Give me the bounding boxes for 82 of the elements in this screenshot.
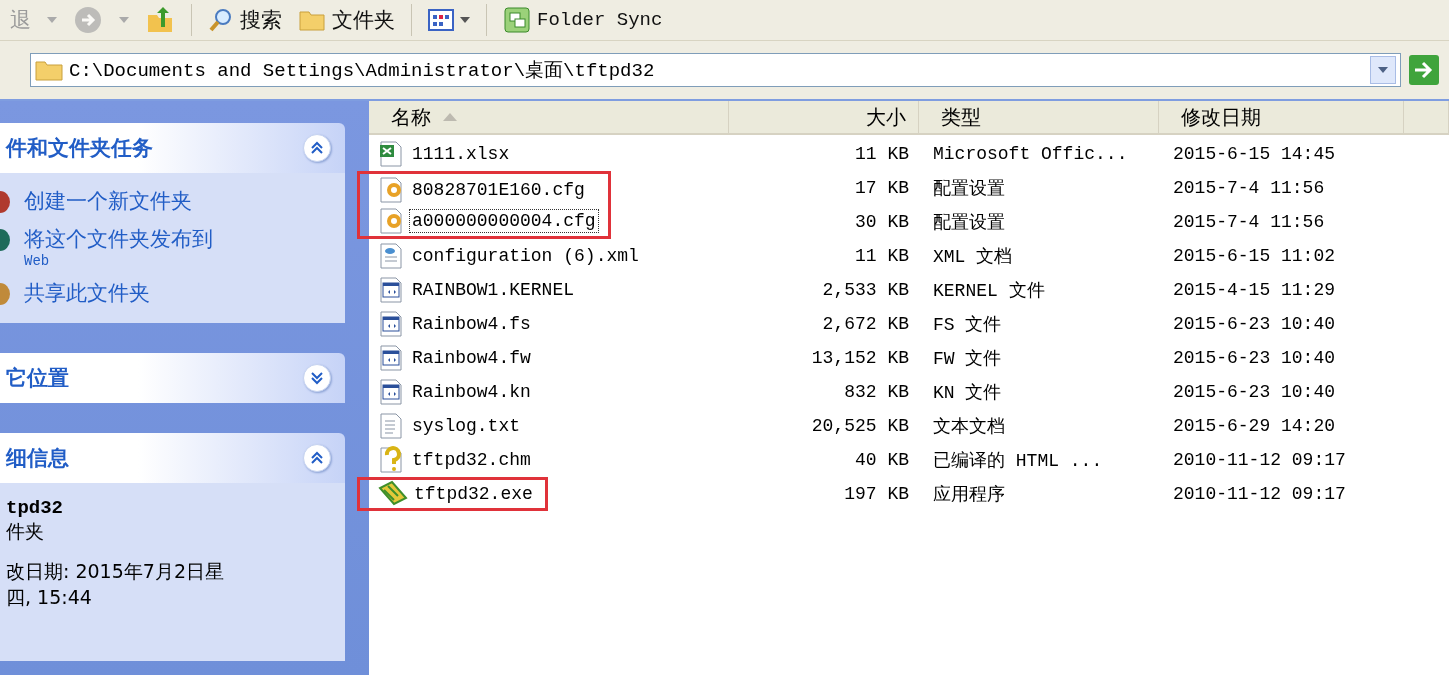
type-cell-text: 配置设置 (932, 178, 1006, 201)
double-chevron-up-icon (310, 451, 324, 465)
date-cell-text: 2015-7-4 11:56 (1172, 211, 1326, 234)
size-cell-text: 11 KB (854, 245, 910, 268)
type-cell-text: XML 文档 (932, 246, 1014, 269)
go-button[interactable] (1409, 55, 1439, 85)
type-cell-text: Microsoft Offic... (932, 143, 1129, 166)
application-icon (378, 480, 408, 508)
date-cell-text: 2015-4-15 11:29 (1172, 279, 1337, 302)
panel-title: 它位置 (6, 365, 69, 392)
size-cell-text: 17 KB (854, 177, 910, 200)
collapse-button[interactable] (303, 134, 331, 162)
date-cell-text: 2015-7-4 11:56 (1172, 177, 1326, 200)
caret-icon (47, 17, 57, 23)
search-button[interactable]: 搜索 (204, 4, 286, 36)
file-name[interactable]: 80828701E160.cfg (410, 178, 587, 201)
column-header[interactable]: 大小 (729, 101, 919, 133)
column-header[interactable]: 类型 (919, 101, 1159, 133)
up-folder-icon (145, 5, 175, 35)
type-cell-text: FS 文件 (932, 314, 1003, 337)
date-cell-text: 2015-6-15 14:45 (1172, 143, 1337, 166)
column-header[interactable]: 修改日期 (1159, 101, 1404, 133)
file-name[interactable]: RAINBOW1.KERNEL (410, 279, 577, 301)
type-cell-text: FW 文件 (932, 348, 1003, 371)
date-cell-text: 2015-6-23 10:40 (1172, 381, 1337, 404)
date-cell-text: 2010-11-12 09:17 (1172, 483, 1347, 506)
folder-name: tpd32 (5, 497, 64, 519)
size-cell-text: 13,152 KB (810, 347, 910, 370)
caret-icon (460, 17, 470, 23)
type-cell-text: 已编译的 HTML ... (932, 450, 1104, 473)
folder-type: 件夹 (5, 519, 45, 544)
collapse-button[interactable] (303, 444, 331, 472)
type-cell-text: KN 文件 (932, 382, 1003, 405)
file-name[interactable]: a000000000004.cfg (410, 209, 598, 232)
search-icon (208, 7, 234, 33)
caret-icon (1378, 67, 1388, 73)
task-link[interactable]: 共享此文件夹 (0, 279, 335, 307)
file-name[interactable]: configuration (6).xml (410, 245, 641, 267)
folder-icon (35, 59, 63, 81)
size-cell-text: 2,533 KB (821, 279, 910, 302)
file-name[interactable]: Rainbow4.fw (410, 347, 533, 369)
file-name[interactable]: Rainbow4.fs (410, 313, 533, 335)
expand-button[interactable] (303, 364, 331, 392)
size-cell-text: 30 KB (854, 211, 910, 234)
task-link[interactable]: 创建一个新文件夹 (0, 187, 335, 215)
modified-date: 四, 15:44 (5, 585, 93, 610)
folder-icon (298, 8, 326, 32)
date-cell-text: 2015-6-29 14:20 (1172, 415, 1337, 438)
folder-sync-button[interactable]: Folder Sync (499, 4, 667, 36)
panel-title: 件和文件夹任务 (6, 135, 153, 162)
folders-button[interactable]: 文件夹 (294, 4, 399, 36)
size-cell-text: 197 KB (843, 483, 910, 506)
double-chevron-up-icon (310, 141, 324, 155)
address-field[interactable]: C:\Documents and Settings\Administrator\桌面\tftpd32 (30, 53, 1401, 87)
size-cell-text: 11 KB (854, 143, 910, 166)
size-cell-text: 40 KB (854, 449, 910, 472)
caret-icon (119, 17, 129, 23)
size-cell-text: 832 KB (843, 381, 910, 404)
file-name[interactable]: 1111.xlsx (410, 143, 512, 165)
size-cell-text: 2,672 KB (821, 313, 910, 336)
date-cell-text: 2015-6-23 10:40 (1172, 313, 1337, 336)
modified-date: 改日期: 2015年7月2日星 (5, 559, 225, 584)
dropdown-button[interactable] (1370, 56, 1396, 84)
date-cell-text: 2010-11-12 09:17 (1172, 449, 1347, 472)
task-link[interactable]: 将这个文件夹发布到 Web (0, 225, 335, 269)
file-name[interactable]: tftpd32.chm (410, 449, 533, 471)
file-name[interactable]: syslog.txt (410, 415, 523, 437)
double-chevron-down-icon (310, 371, 324, 385)
file-name[interactable]: tftpd32.exe (412, 483, 535, 505)
views-icon (428, 8, 454, 32)
file-name[interactable]: Rainbow4.kn (410, 381, 533, 403)
date-cell-text: 2015-6-15 11:02 (1172, 245, 1337, 268)
sync-icon (503, 6, 531, 34)
type-cell-text: 配置设置 (932, 212, 1006, 235)
type-cell-text: KERNEL 文件 (932, 280, 1046, 303)
size-cell-text: 20,525 KB (810, 415, 910, 438)
panel-title: 细信息 (6, 445, 69, 472)
arrow-icon (1414, 61, 1434, 79)
type-cell-text: 文本文档 (932, 416, 1006, 439)
type-cell-text: 应用程序 (932, 484, 1006, 507)
date-cell-text: 2015-6-23 10:40 (1172, 347, 1337, 370)
column-header[interactable]: 名称 (369, 101, 729, 133)
